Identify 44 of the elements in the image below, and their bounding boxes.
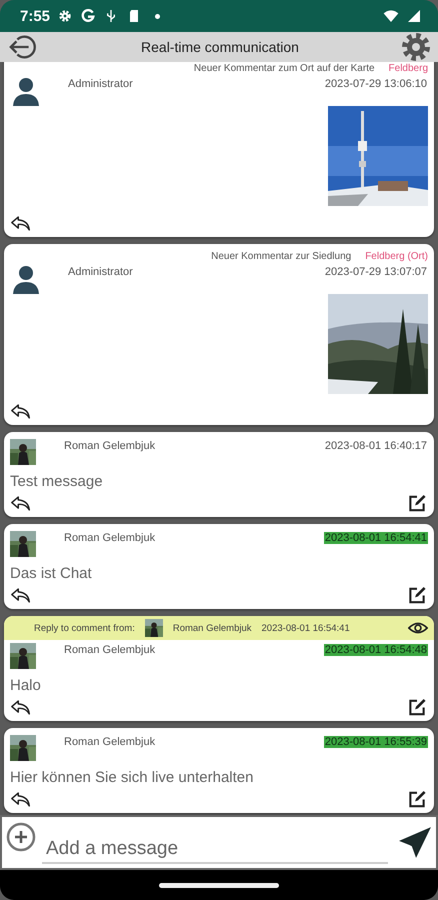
reply-icon[interactable] bbox=[10, 494, 32, 513]
screen-title: Real-time communication bbox=[140, 39, 300, 55]
timestamp: 2023-08-01 16:54:41 bbox=[262, 622, 350, 634]
author-name: Roman Gelembjuk bbox=[64, 440, 156, 452]
timestamp: 2023-07-29 13:07:07 bbox=[324, 266, 428, 278]
gear-icon bbox=[57, 8, 74, 24]
message-text: Hier können Sie sich live unterhalten bbox=[10, 769, 254, 786]
reply-label: Reply to comment from: bbox=[34, 622, 135, 634]
settings-icon[interactable] bbox=[400, 31, 432, 63]
clock: 7:55 bbox=[20, 8, 50, 24]
notification-title: Neuer Kommentar zum Ort auf der Karte bbox=[194, 63, 375, 74]
timestamp: 2023-08-01 16:54:48 bbox=[324, 644, 428, 656]
timestamp: 2023-08-01 16:55:39 bbox=[324, 736, 428, 748]
author-name: Roman Gelembjuk bbox=[64, 532, 156, 544]
author-name: Roman Gelembjuk bbox=[172, 622, 252, 634]
reply-icon[interactable] bbox=[10, 214, 32, 233]
message-input[interactable]: Add a message bbox=[42, 830, 388, 864]
timestamp: 2023-08-01 16:40:17 bbox=[324, 440, 428, 452]
reply-icon[interactable] bbox=[10, 402, 32, 421]
message-composer[interactable]: Add a message bbox=[0, 815, 438, 870]
message-text: Test message bbox=[10, 473, 104, 490]
signal-icon bbox=[406, 8, 422, 24]
add-icon[interactable] bbox=[6, 822, 36, 852]
timestamp: 2023-07-29 13:06:10 bbox=[324, 78, 428, 90]
send-icon[interactable] bbox=[398, 826, 432, 860]
message-text: Das ist Chat bbox=[10, 565, 93, 582]
place-link[interactable]: Feldberg bbox=[388, 63, 428, 74]
wifi-icon bbox=[383, 8, 399, 24]
author-name: Roman Gelembjuk bbox=[64, 644, 156, 656]
place-link[interactable]: Feldberg (Ort) bbox=[365, 251, 428, 262]
author-name: Administrator bbox=[68, 78, 134, 90]
notification-title: Neuer Kommentar zur Siedlung bbox=[211, 251, 352, 262]
eye-icon[interactable] bbox=[408, 621, 428, 635]
dot-icon bbox=[155, 14, 160, 18]
person-icon bbox=[12, 76, 40, 106]
reply-icon[interactable] bbox=[10, 698, 32, 717]
author-name: Roman Gelembjuk bbox=[64, 736, 156, 748]
reply-icon[interactable] bbox=[10, 586, 32, 605]
person-icon bbox=[12, 264, 40, 294]
message-text: Halo bbox=[10, 677, 42, 694]
reply-icon[interactable] bbox=[10, 790, 32, 809]
timestamp: 2023-08-01 16:54:41 bbox=[324, 532, 428, 544]
home-handle[interactable] bbox=[159, 882, 279, 888]
author-name: Administrator bbox=[68, 266, 134, 278]
